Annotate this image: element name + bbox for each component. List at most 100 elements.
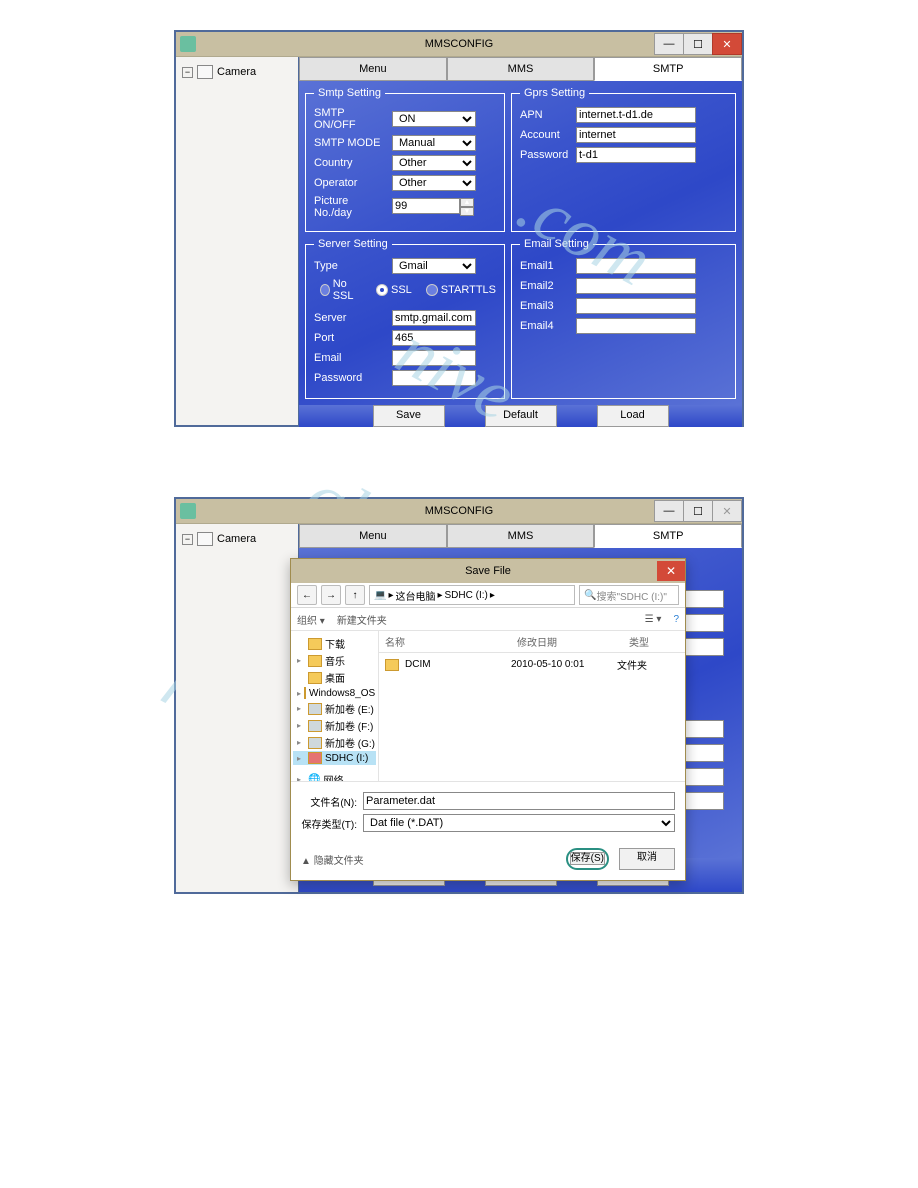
close-button[interactable]: ✕	[712, 33, 742, 55]
maximize-button[interactable]: ☐	[683, 500, 713, 522]
tree-vole[interactable]: ▸新加卷 (E:)	[293, 700, 376, 717]
titlebar: MMSCONFIG — ☐ ✕	[176, 499, 742, 524]
label-operator: Operator	[314, 177, 386, 189]
dialog-nav: ← → ↑ 💻 ▸ 这台电脑 ▸ SDHC (I:) ▸ 🔍 搜索"SDHC (…	[291, 583, 685, 608]
tree-downloads[interactable]: 下载	[293, 635, 376, 652]
select-smtp-onoff[interactable]: ON	[392, 111, 476, 127]
label-email2: Email2	[520, 280, 570, 292]
nav-up-button[interactable]: ↑	[345, 585, 365, 605]
save-button[interactable]: Save	[373, 405, 445, 427]
input-email4[interactable]	[576, 318, 696, 334]
select-operator[interactable]: Other	[392, 175, 476, 191]
smtp-panel: Smtp Setting SMTP ON/OFF ON SMTP MODE Ma…	[299, 81, 742, 405]
input-email2[interactable]	[576, 278, 696, 294]
tree-volf[interactable]: ▸新加卷 (F:)	[293, 717, 376, 734]
app-icon	[180, 36, 196, 52]
default-button[interactable]: Default	[485, 405, 557, 427]
input-server[interactable]	[392, 310, 476, 326]
col-name[interactable]: 名称	[379, 631, 511, 652]
folder-icon	[308, 655, 322, 667]
label-country: Country	[314, 157, 386, 169]
tab-mms[interactable]: MMS	[447, 57, 595, 81]
tree-desktop[interactable]: 桌面	[293, 669, 376, 686]
label-filename: 文件名(N):	[301, 794, 357, 809]
camera-icon	[197, 532, 213, 546]
label-account: Account	[520, 129, 570, 141]
search-input[interactable]: 🔍 搜索"SDHC (I:)"	[579, 585, 679, 605]
col-type[interactable]: 类型	[623, 631, 685, 652]
group-server-setting: Server Setting Type Gmail No SSL SSL STA…	[305, 238, 505, 399]
new-folder-button[interactable]: 新建文件夹	[337, 612, 387, 627]
input-email3[interactable]	[576, 298, 696, 314]
input-apn[interactable]	[576, 107, 696, 123]
spinner-down-icon[interactable]: ▼	[460, 207, 474, 216]
nav-fwd-button[interactable]: →	[321, 585, 341, 605]
tree-music[interactable]: ▸音乐	[293, 652, 376, 669]
group-smtp-setting: Smtp Setting SMTP ON/OFF ON SMTP MODE Ma…	[305, 87, 505, 232]
select-smtp-mode[interactable]: Manual	[392, 135, 476, 151]
window-title: MMSCONFIG	[425, 505, 493, 517]
input-account[interactable]	[576, 127, 696, 143]
network-icon: 🌐	[308, 774, 320, 781]
tab-menu[interactable]: Menu	[299, 57, 447, 81]
tree-expand-icon[interactable]: −	[182, 534, 193, 545]
camera-icon	[197, 65, 213, 79]
tab-menu[interactable]: Menu	[299, 524, 447, 548]
sd-icon	[308, 752, 322, 764]
breadcrumb[interactable]: 💻 ▸ 这台电脑 ▸ SDHC (I:) ▸	[369, 585, 575, 605]
save-highlight: 保存(S)	[566, 848, 609, 870]
tree-volg[interactable]: ▸新加卷 (G:)	[293, 734, 376, 751]
select-type[interactable]: Gmail	[392, 258, 476, 274]
dialog-title: Save File	[465, 565, 511, 577]
tree-network[interactable]: ▸🌐网络	[293, 771, 376, 781]
label-email3: Email3	[520, 300, 570, 312]
input-filename[interactable]	[363, 792, 675, 810]
load-button[interactable]: Load	[597, 405, 669, 427]
maximize-button[interactable]: ☐	[683, 33, 713, 55]
window-mmsconfig-smtp: .com nive MMSCONFIG — ☐ ✕ − Camera Menu …	[174, 30, 744, 427]
label-email: Email	[314, 352, 386, 364]
nav-back-button[interactable]: ←	[297, 585, 317, 605]
drive-icon	[308, 720, 322, 732]
dialog-cancel-button[interactable]: 取消	[619, 848, 675, 870]
input-srv-password[interactable]	[392, 370, 476, 386]
dialog-close-button[interactable]: ✕	[657, 561, 685, 581]
select-country[interactable]: Other	[392, 155, 476, 171]
help-icon[interactable]: ?	[673, 614, 679, 625]
input-email1[interactable]	[576, 258, 696, 274]
dialog-save-button[interactable]: 保存(S)	[570, 852, 605, 865]
spinner-up-icon[interactable]: ▲	[460, 198, 474, 207]
radio-nossl[interactable]: No SSL	[320, 278, 362, 302]
radio-starttls[interactable]: STARTTLS	[426, 278, 496, 302]
list-item[interactable]: DCIM 2010-05-10 0:01 文件夹	[379, 653, 685, 676]
tab-mms[interactable]: MMS	[447, 524, 595, 548]
spinner-picno[interactable]: ▲▼	[392, 198, 474, 216]
folder-icon	[308, 638, 322, 650]
label-type: Type	[314, 260, 386, 272]
tree-expand-icon[interactable]: −	[182, 67, 193, 78]
minimize-button[interactable]: —	[654, 500, 684, 522]
select-filetype[interactable]: Dat file (*.DAT)	[363, 814, 675, 832]
view-button[interactable]: ☰ ▾	[645, 614, 662, 625]
organize-button[interactable]: 组织 ▾	[297, 612, 325, 627]
dialog-titlebar: Save File ✕	[291, 559, 685, 583]
input-email[interactable]	[392, 350, 476, 366]
dialog-toolbar: 组织 ▾ 新建文件夹 ☰ ▾ ?	[291, 608, 685, 631]
input-picno[interactable]	[392, 198, 460, 214]
drive-icon	[308, 703, 322, 715]
sidebar-item-camera[interactable]: − Camera	[182, 532, 292, 546]
minimize-button[interactable]: —	[654, 33, 684, 55]
sidebar-item-camera[interactable]: − Camera	[182, 65, 292, 79]
input-gprs-password[interactable]	[576, 147, 696, 163]
col-date[interactable]: 修改日期	[511, 631, 623, 652]
hide-folders-link[interactable]: ▲ 隐藏文件夹	[301, 852, 364, 867]
tree-winos[interactable]: ▸Windows8_OS (	[293, 686, 376, 700]
radio-ssl[interactable]: SSL	[376, 278, 412, 302]
tab-bar: Menu MMS SMTP	[299, 57, 742, 81]
tab-smtp[interactable]: SMTP	[594, 524, 742, 548]
legend-email: Email Setting	[520, 238, 593, 250]
input-port[interactable]	[392, 330, 476, 346]
label-port: Port	[314, 332, 386, 344]
tree-sdhc[interactable]: ▸SDHC (I:)	[293, 751, 376, 765]
tab-smtp[interactable]: SMTP	[594, 57, 742, 81]
